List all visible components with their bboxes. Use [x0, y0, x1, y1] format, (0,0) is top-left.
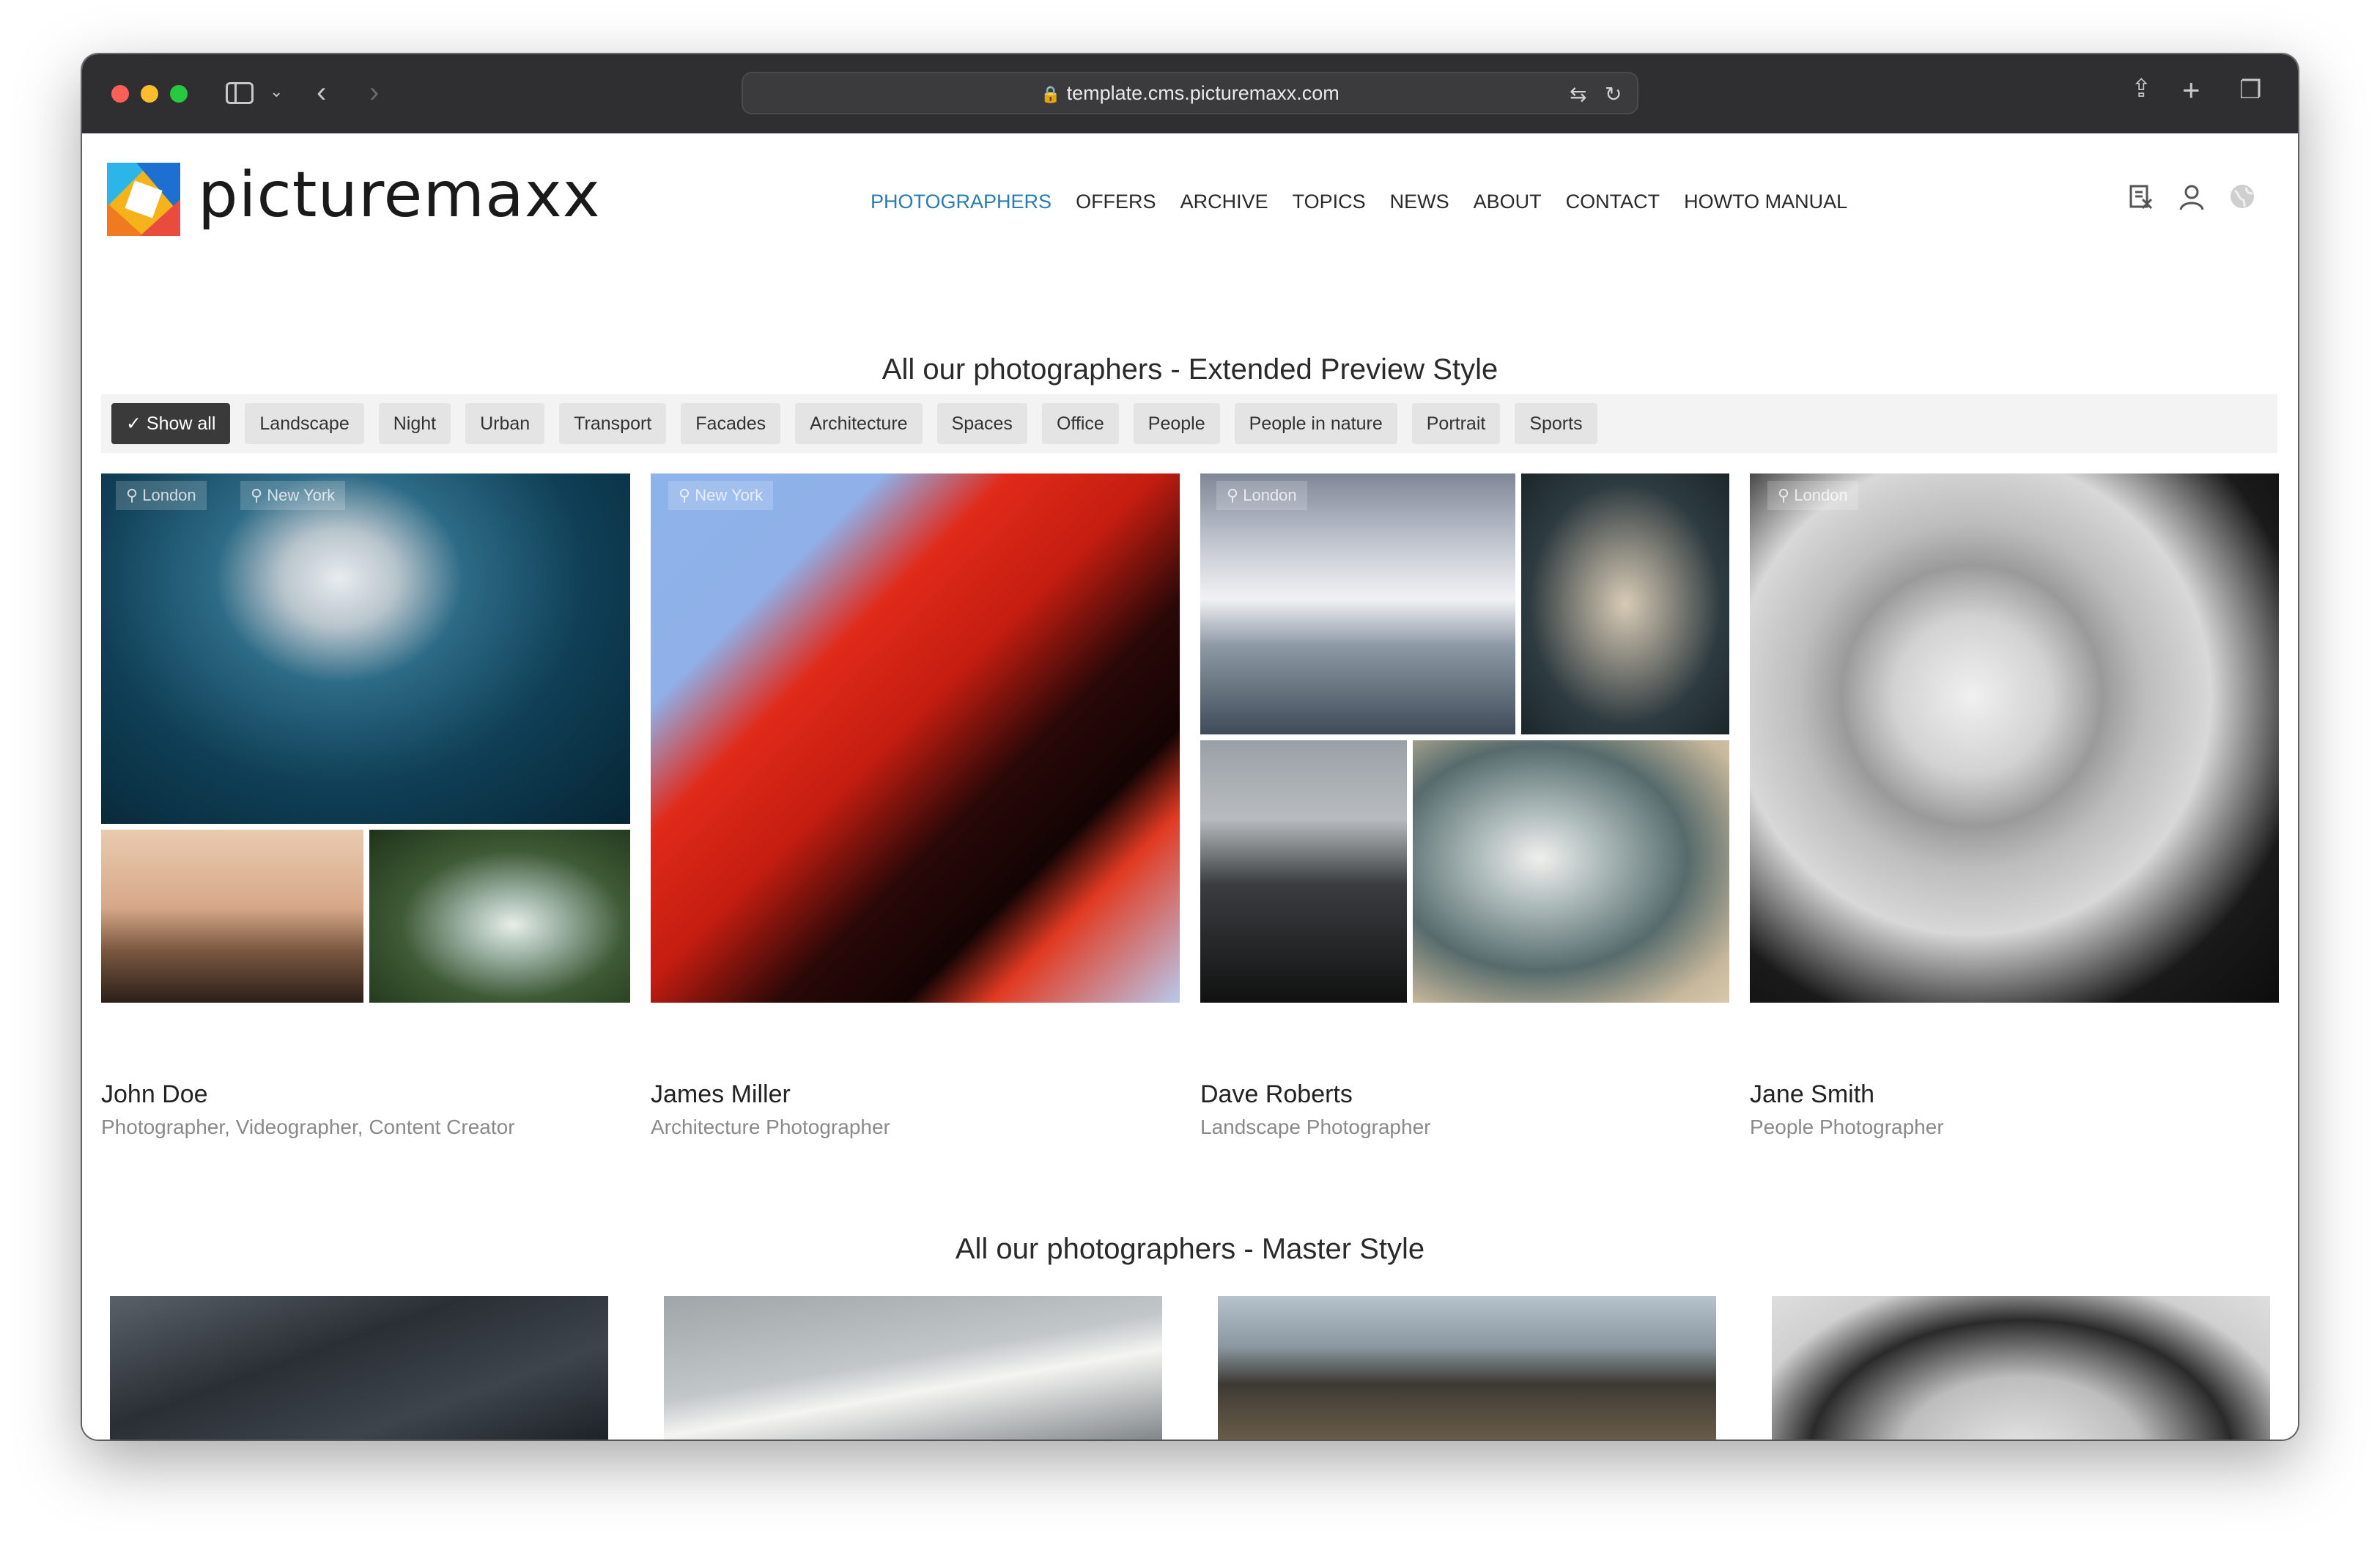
location-label: New York — [695, 486, 764, 504]
new-tab-icon[interactable]: + — [2182, 75, 2200, 106]
brand-name[interactable]: picturemaxx — [198, 158, 601, 232]
filter-architecture[interactable]: Architecture — [795, 403, 923, 444]
master-image-2[interactable] — [664, 1296, 1162, 1440]
nav-about[interactable]: ABOUT — [1474, 191, 1542, 213]
location-label: London — [1243, 486, 1297, 504]
minimize-window-button[interactable] — [141, 85, 158, 103]
close-window-button[interactable] — [111, 85, 129, 103]
photographer-role: Landscape Photographer — [1200, 1116, 1431, 1138]
section-title-master: All our photographers - Master Style — [955, 1233, 1425, 1265]
globe-icon[interactable] — [2229, 183, 2255, 210]
location-label: London — [142, 486, 196, 504]
location-tag: ⚲ London — [1216, 481, 1307, 510]
lightbox-icon[interactable] — [2128, 183, 2156, 211]
basalt-cliffs-image[interactable] — [1200, 740, 1407, 1003]
pin-icon: ⚲ — [251, 486, 267, 504]
master-image-3[interactable] — [1218, 1296, 1716, 1440]
location-tag: ⚲ New York — [668, 481, 774, 510]
main-nav: PHOTOGRAPHERS OFFERS ARCHIVE TOPICS NEWS… — [871, 191, 1847, 213]
nav-topics[interactable]: TOPICS — [1293, 191, 1366, 213]
back-icon[interactable]: ‹ — [317, 78, 326, 107]
nav-howto-manual[interactable]: HOWTO MANUAL — [1684, 191, 1847, 213]
filter-landscape[interactable]: Landscape — [245, 403, 364, 444]
address-bar[interactable]: 🔒 template.cms.picturemaxx.com ⇆ ↻ — [742, 72, 1638, 114]
user-icon[interactable] — [2178, 183, 2206, 211]
master-image-1[interactable] — [110, 1296, 608, 1440]
filter-bar: ✓ Show all Landscape Night Urban Transpo… — [101, 394, 2277, 453]
chevron-down-icon[interactable]: ⌄ — [270, 84, 283, 100]
photographer-role: People Photographer — [1750, 1116, 1944, 1138]
filter-portrait[interactable]: Portrait — [1411, 403, 1501, 444]
snow-mountain-image[interactable]: ⚲ London — [1200, 473, 1515, 734]
url-text: template.cms.picturemaxx.com — [1066, 82, 1339, 104]
filter-night[interactable]: Night — [378, 403, 451, 444]
filter-show-all[interactable]: ✓ Show all — [111, 403, 231, 444]
zoom-window-button[interactable] — [170, 85, 188, 103]
sidebar-toggle-icon[interactable] — [226, 82, 254, 104]
filter-people[interactable]: People — [1133, 403, 1220, 444]
photographer-role: Photographer, Videographer, Content Crea… — [101, 1116, 515, 1138]
check-icon: ✓ — [126, 413, 147, 434]
aerial-glacier-image[interactable] — [1413, 740, 1729, 1003]
nav-archive[interactable]: ARCHIVE — [1180, 191, 1268, 213]
photographer-name[interactable]: Jane Smith — [1750, 1080, 1874, 1109]
filter-transport[interactable]: Transport — [559, 403, 667, 444]
filter-sports[interactable]: Sports — [1515, 403, 1597, 444]
picturemaxx-logo-icon[interactable] — [107, 163, 180, 236]
filter-office[interactable]: Office — [1041, 403, 1119, 444]
location-label: New York — [267, 486, 336, 504]
share-icon[interactable]: ⇪ — [2131, 76, 2152, 101]
nav-photographers[interactable]: PHOTOGRAPHERS — [871, 191, 1052, 213]
nav-news[interactable]: NEWS — [1390, 191, 1449, 213]
web-page: picturemaxx PHOTOGRAPHERS OFFERS ARCHIVE… — [82, 133, 2298, 1440]
filter-facades[interactable]: Facades — [681, 403, 781, 444]
aerial-river-image[interactable] — [1521, 473, 1729, 734]
pin-icon: ⚲ — [679, 486, 695, 504]
filter-spaces[interactable]: Spaces — [936, 403, 1027, 444]
photographer-name[interactable]: Dave Roberts — [1200, 1080, 1353, 1109]
tab-overview-icon[interactable]: ❐ — [2239, 78, 2261, 103]
nav-contact[interactable]: CONTACT — [1566, 191, 1660, 213]
nav-offers[interactable]: OFFERS — [1076, 191, 1156, 213]
translate-icon[interactable]: ⇆ — [1570, 82, 1586, 106]
section-title-extended: All our photographers - Extended Preview… — [882, 353, 1498, 386]
reload-icon[interactable]: ↻ — [1605, 82, 1622, 106]
browser-window: ⌄ ‹ › 🔒 template.cms.picturemaxx.com ⇆ ↻ … — [82, 54, 2298, 1440]
photographer-name[interactable]: James Miller — [651, 1080, 791, 1109]
filter-people-in-nature[interactable]: People in nature — [1234, 403, 1397, 444]
master-image-4[interactable] — [1772, 1296, 2270, 1440]
water-hand-image[interactable] — [369, 830, 630, 1003]
portrait-image[interactable]: ⚲ London — [1750, 473, 2279, 1003]
surf-wave-image[interactable]: ⚲ London ⚲ New York — [101, 473, 630, 824]
browser-titlebar: ⌄ ‹ › 🔒 template.cms.picturemaxx.com ⇆ ↻ … — [82, 54, 2298, 133]
filter-urban[interactable]: Urban — [465, 403, 545, 444]
location-tag: ⚲ London — [1767, 481, 1858, 510]
filter-chips: ✓ Show all Landscape Night Urban Transpo… — [111, 403, 1597, 444]
location-tag: ⚲ London — [116, 481, 207, 510]
url-text-wrap: 🔒 template.cms.picturemaxx.com — [743, 82, 1637, 105]
pin-icon: ⚲ — [1778, 486, 1795, 504]
lock-icon: 🔒 — [1041, 85, 1061, 103]
photographer-card-john-doe[interactable]: ⚲ London ⚲ New York — [101, 473, 630, 1003]
pin-icon: ⚲ — [1227, 486, 1243, 504]
location-tag: ⚲ New York — [240, 481, 346, 510]
film-set-image[interactable] — [101, 830, 363, 1003]
forward-icon[interactable]: › — [369, 78, 379, 107]
photographer-name[interactable]: John Doe — [101, 1080, 208, 1109]
filter-label: Show all — [146, 413, 216, 434]
photographer-role: Architecture Photographer — [651, 1116, 890, 1138]
location-label: London — [1794, 486, 1848, 504]
pin-icon: ⚲ — [126, 486, 143, 504]
architecture-image[interactable]: ⚲ New York — [651, 473, 1180, 1003]
